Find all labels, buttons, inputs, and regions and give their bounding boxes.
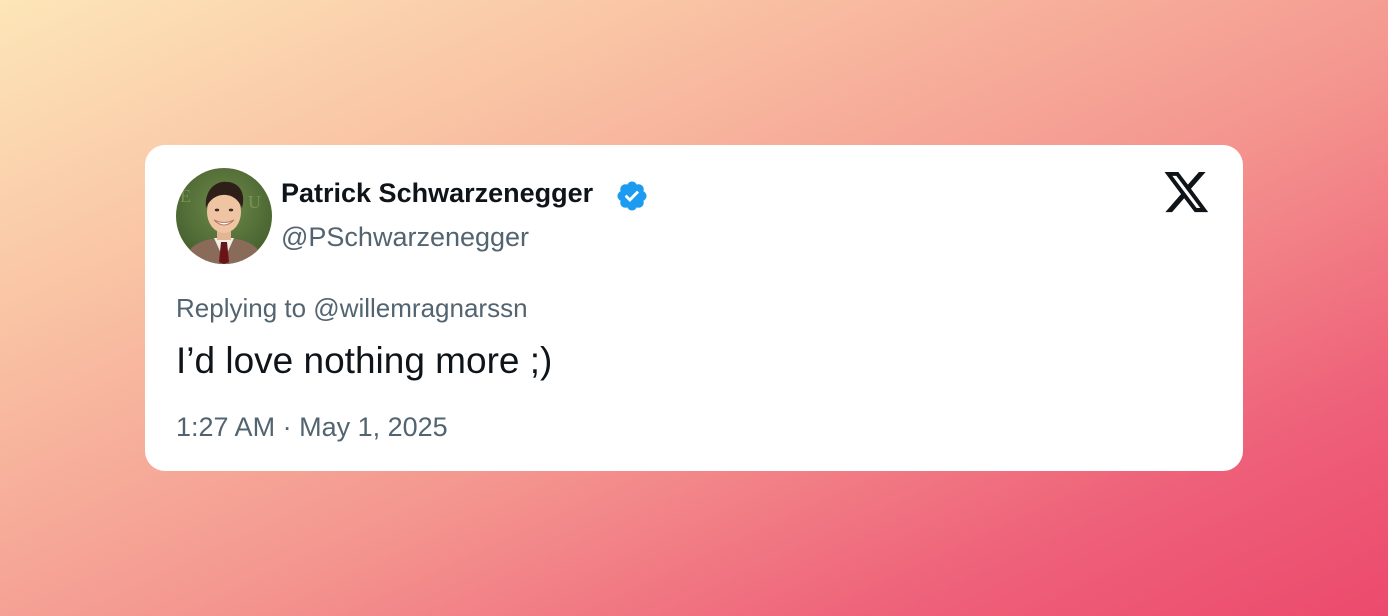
avatar-photo: E U (176, 168, 272, 264)
author-avatar[interactable]: E U (176, 168, 272, 264)
tweet-timestamp[interactable]: 1:27 AM · May 1, 2025 (176, 409, 448, 445)
tweet-card: E U Patrick Schwarzenegger @PSchwarzeneg… (145, 145, 1243, 471)
tweet-text: I’d love nothing more ;) (176, 340, 553, 381)
tweet-date: May 1, 2025 (299, 412, 448, 442)
tweet-time: 1:27 AM (176, 412, 276, 442)
timestamp-separator: · (282, 412, 292, 442)
svg-text:E: E (180, 186, 191, 206)
svg-text:U: U (248, 192, 261, 212)
author-display-name[interactable]: Patrick Schwarzenegger (281, 175, 593, 211)
x-logo-icon[interactable] (1164, 172, 1210, 214)
verified-badge-icon (617, 181, 647, 211)
replying-to-line[interactable]: Replying to @willemragnarssn (176, 290, 528, 326)
author-handle[interactable]: @PSchwarzenegger (281, 219, 529, 255)
